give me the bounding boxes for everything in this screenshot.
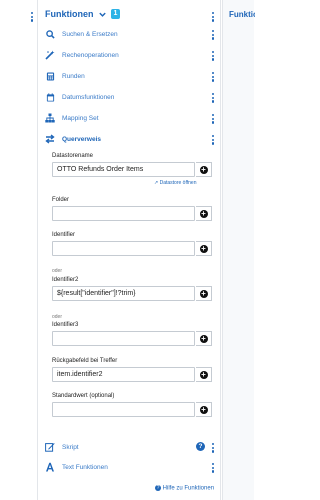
identifier-add-button[interactable]: + — [196, 241, 212, 256]
count-badge: 1 — [110, 9, 121, 19]
search-icon — [45, 29, 55, 39]
menu-item-mapping-set[interactable]: Mapping Set — [39, 108, 221, 128]
sitemap-icon — [45, 113, 55, 123]
help-icon[interactable]: ? — [196, 442, 205, 451]
menu-kebab-icon[interactable] — [210, 93, 216, 103]
standardwert-label: Standardwert (optional) — [52, 393, 115, 399]
menu-item-text-funktionen[interactable]: Text Funktionen — [39, 457, 221, 477]
exchange-icon — [45, 134, 55, 144]
right-column: Funktion — [222, 0, 255, 500]
identifier2-add-button[interactable]: + — [196, 286, 212, 301]
identifier2-label: Identifier2 — [52, 277, 79, 283]
menu-kebab-icon[interactable] — [210, 463, 216, 473]
identifier3-input[interactable] — [52, 331, 195, 346]
right-column-title: Funktion — [229, 10, 255, 19]
help-functions-link[interactable]: ? Hilfe zu Funktionen — [155, 485, 214, 492]
datastorename-label: Datastorename — [52, 153, 94, 159]
oder-text: oder — [52, 314, 63, 320]
folder-add-button[interactable]: + — [196, 206, 212, 221]
datastorename-input[interactable]: OTTO Refunds Order Items — [52, 162, 195, 177]
menu-kebab-icon[interactable] — [210, 30, 216, 40]
calculator-icon — [45, 71, 55, 81]
datastore-open-link-label: Datastore öffnen — [159, 180, 197, 186]
menu-item-label: Runden — [62, 72, 85, 80]
chevron-down-icon[interactable] — [98, 10, 107, 19]
plus-circle-icon: + — [199, 288, 208, 298]
menu-item-rechenoperationen[interactable]: Rechenoperationen — [39, 45, 221, 65]
plus-circle-icon: + — [199, 243, 208, 253]
rueckgabefeld-input[interactable]: item.identifier2 — [52, 367, 195, 382]
standardwert-input[interactable] — [52, 402, 195, 417]
panel-header[interactable]: Funktionen 1 — [45, 9, 121, 19]
edit-icon — [45, 442, 55, 452]
plus-circle-icon: + — [199, 369, 208, 379]
menu-item-suchen-ersetzen[interactable]: Suchen & Ersetzen — [39, 24, 221, 44]
datastorename-add-button[interactable]: + — [196, 162, 212, 177]
menu-kebab-icon[interactable] — [210, 114, 216, 124]
menu-item-querverweis[interactable]: Querverweis — [39, 129, 221, 149]
menu-item-label: Skript — [62, 443, 79, 451]
identifier-input[interactable] — [52, 241, 195, 256]
menu-item-runden[interactable]: Runden — [39, 66, 221, 86]
identifier3-add-button[interactable]: + — [196, 331, 212, 346]
panel-kebab-menu-icon[interactable] — [210, 12, 216, 22]
left-rail — [0, 0, 38, 500]
rueckgabefeld-add-button[interactable]: + — [196, 367, 212, 382]
plus-circle-icon: + — [199, 333, 208, 343]
folder-input[interactable] — [52, 206, 195, 221]
identifier3-label: Identifier3 — [52, 322, 79, 328]
help-functions-label: Hilfe zu Funktionen — [162, 485, 215, 492]
plus-circle-icon: + — [199, 404, 208, 414]
menu-kebab-icon[interactable] — [210, 135, 216, 145]
functions-panel: Funktionen 1 Suchen & Ersetzen Rechenope… — [39, 0, 221, 500]
menu-item-label: Datumsfunktionen — [62, 93, 115, 101]
left-kebab-menu-icon[interactable] — [29, 12, 35, 22]
font-icon — [45, 462, 55, 472]
menu-item-label: Text Funktionen — [62, 463, 108, 471]
plus-circle-icon: + — [199, 208, 208, 218]
rueckgabefeld-label: Rückgabefeld bei Treffer — [52, 358, 118, 364]
menu-item-label: Rechenoperationen — [62, 51, 119, 59]
plus-circle-icon: + — [199, 164, 208, 174]
identifier-label: Identifier — [52, 232, 76, 238]
magic-wand-icon — [45, 50, 55, 60]
question-circle-icon: ? — [155, 485, 161, 491]
menu-item-skript[interactable]: Skript ? — [39, 437, 221, 457]
folder-label: Folder — [52, 197, 70, 203]
menu-item-label: Querverweis — [62, 135, 102, 143]
menu-kebab-icon[interactable] — [210, 51, 216, 61]
menu-item-datumsfunktionen[interactable]: Datumsfunktionen — [39, 87, 221, 107]
standardwert-add-button[interactable]: + — [196, 402, 212, 417]
panel-title: Funktionen — [45, 9, 94, 19]
oder-text: oder — [52, 268, 63, 274]
calendar-icon — [45, 92, 55, 102]
menu-kebab-icon[interactable] — [210, 443, 216, 453]
menu-kebab-icon[interactable] — [210, 72, 216, 82]
menu-item-label: Suchen & Ersetzen — [62, 30, 118, 38]
datastore-open-link[interactable]: ↗ Datastore öffnen — [154, 180, 196, 186]
menu-item-label: Mapping Set — [62, 114, 99, 122]
identifier2-input[interactable]: ${result["identifier"]!?trim} — [52, 286, 195, 301]
